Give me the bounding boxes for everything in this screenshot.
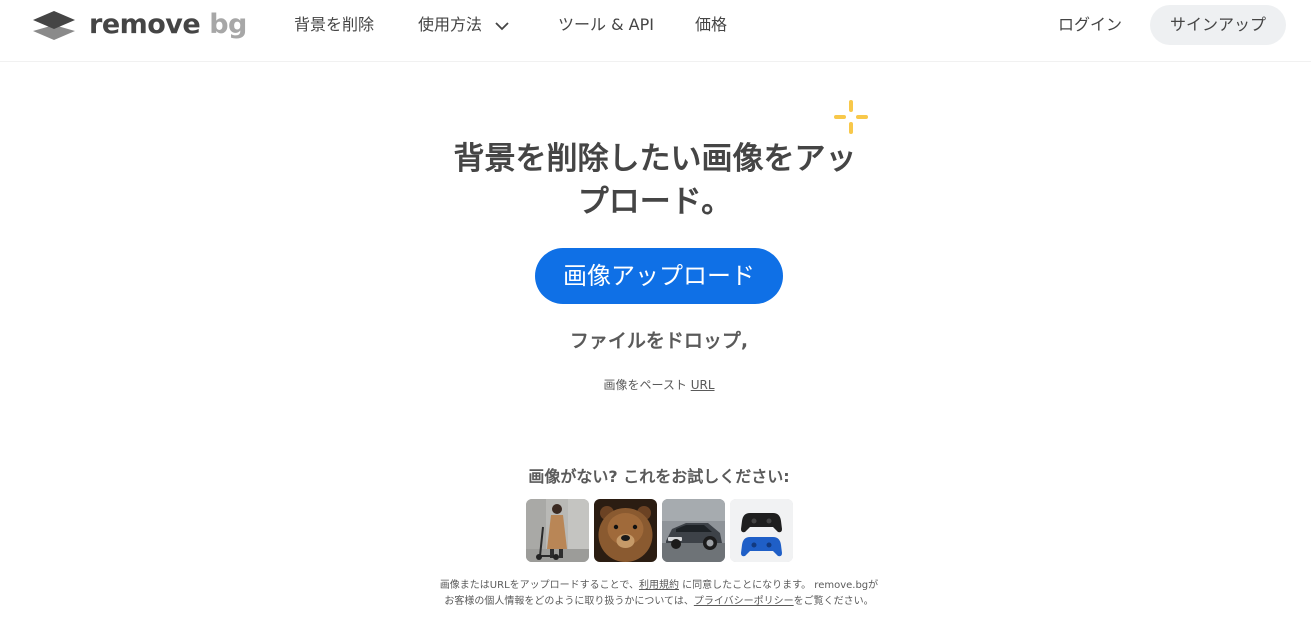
privacy-policy-link[interactable]: プライバシーポリシー [694,596,794,607]
sample-image-car[interactable] [662,499,725,562]
page-title: 背景を削除したい画像をアッ プロード。 [430,138,880,224]
paste-image-text: 画像をペースト [603,378,687,392]
signup-button[interactable]: サインアップ [1150,5,1286,45]
upload-image-button[interactable]: 画像アップロード [535,248,783,304]
layers-logo-icon [33,11,75,40]
url-link[interactable]: URL [691,378,715,392]
bear-thumbnail [594,499,657,562]
login-link[interactable]: ログイン [1058,13,1122,37]
nav-pricing[interactable]: 価格 [695,13,727,37]
legal-text-1: 画像またはURLをアップロードすることで、 [439,580,639,591]
chevron-down-icon [494,21,510,31]
sample-images [526,499,793,562]
paste-image-line: 画像をペースト URL [480,376,838,394]
car-thumbnail [662,499,725,562]
nav-how-to-use[interactable]: 使用方法 [418,13,510,37]
woman-scooter-thumbnail [526,499,589,562]
game-controllers-thumbnail [730,499,793,562]
terms-of-service-link[interactable]: 利用規約 [639,580,679,591]
removebg-logo[interactable]: remove bg [32,9,247,41]
nav-tools-api[interactable]: ツール & API [558,13,654,37]
drop-file-text: ファイルをドロップ, [569,330,749,352]
legal-text-2: に同意したことになります。 remove.bgが [678,580,879,591]
legal-text-3: お客様の個人情報をどのように取り扱うかについては、 [444,596,694,607]
legal-text-4: をご覧ください。 [793,596,874,607]
sample-image-controllers[interactable] [730,499,793,562]
page-title-line1: 背景を削除したい画像をアッ [453,141,857,177]
nav-remove-background[interactable]: 背景を削除 [294,13,374,37]
try-samples-prompt: 画像がない? これをお試しください: [528,467,790,486]
sample-image-woman[interactable] [526,499,589,562]
sample-image-bear[interactable] [594,499,657,562]
top-navigation-bar: remove bg 背景を削除 使用方法 ツール & API 価格 ログイン サイ… [0,0,1311,62]
page-title-line2: プロード。 [577,184,733,220]
logo-wordmark: remove bg [89,9,247,40]
legal-notice: 画像またはURLをアップロードすることで、利用規約 に同意したことになります。 … [380,578,938,610]
sparkle-icon [834,100,868,134]
nav-how-to-use-label: 使用方法 [418,15,483,34]
